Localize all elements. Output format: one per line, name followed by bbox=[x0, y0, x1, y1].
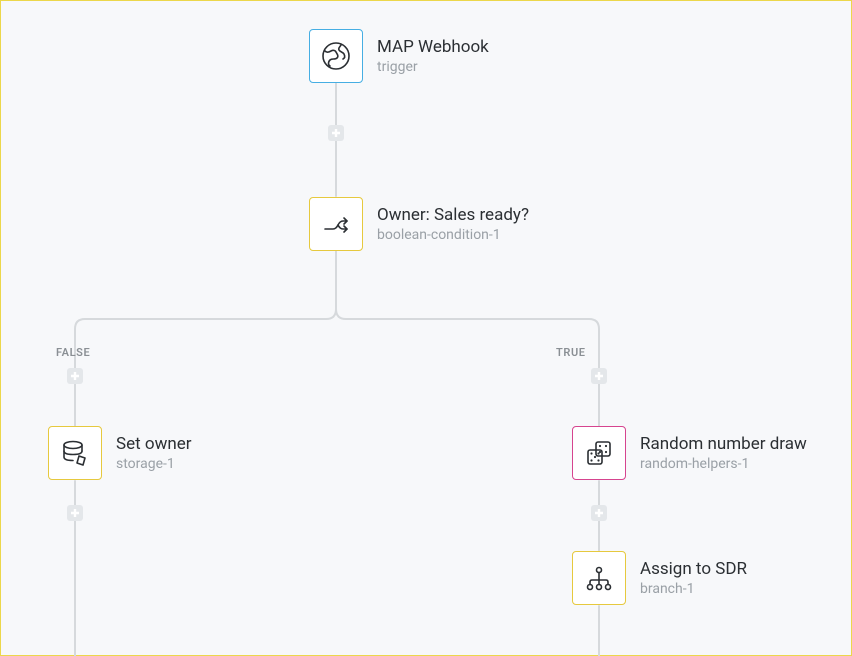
node-set-owner[interactable]: Set owner storage-1 bbox=[48, 426, 192, 480]
split-icon bbox=[309, 197, 363, 251]
node-title: Owner: Sales ready? bbox=[377, 204, 529, 226]
add-step-button[interactable] bbox=[328, 125, 344, 141]
node-subtitle: boolean-condition-1 bbox=[377, 226, 529, 244]
node-random[interactable]: Random number draw random-helpers-1 bbox=[572, 426, 807, 480]
node-trigger[interactable]: MAP Webhook trigger bbox=[309, 29, 489, 83]
tree-icon bbox=[572, 551, 626, 605]
add-step-button[interactable] bbox=[591, 505, 607, 521]
workflow-canvas[interactable]: FALSE TRUE MAP Webhook trigger Owner: Sa… bbox=[0, 0, 852, 656]
node-subtitle: random-helpers-1 bbox=[640, 455, 807, 473]
node-title: MAP Webhook bbox=[377, 36, 489, 58]
node-subtitle: branch-1 bbox=[640, 580, 747, 598]
node-subtitle: trigger bbox=[377, 58, 489, 76]
add-step-button[interactable] bbox=[67, 505, 83, 521]
add-step-button[interactable] bbox=[67, 368, 83, 384]
globe-icon bbox=[309, 29, 363, 83]
node-title: Assign to SDR bbox=[640, 558, 747, 580]
node-title: Set owner bbox=[116, 433, 192, 455]
branch-label-false: FALSE bbox=[56, 346, 90, 359]
dice-icon bbox=[572, 426, 626, 480]
node-assign[interactable]: Assign to SDR branch-1 bbox=[572, 551, 747, 605]
db-edit-icon bbox=[48, 426, 102, 480]
node-condition[interactable]: Owner: Sales ready? boolean-condition-1 bbox=[309, 197, 529, 251]
add-step-button[interactable] bbox=[591, 368, 607, 384]
branch-label-true: TRUE bbox=[556, 346, 586, 359]
node-title: Random number draw bbox=[640, 433, 807, 455]
node-subtitle: storage-1 bbox=[116, 455, 192, 473]
